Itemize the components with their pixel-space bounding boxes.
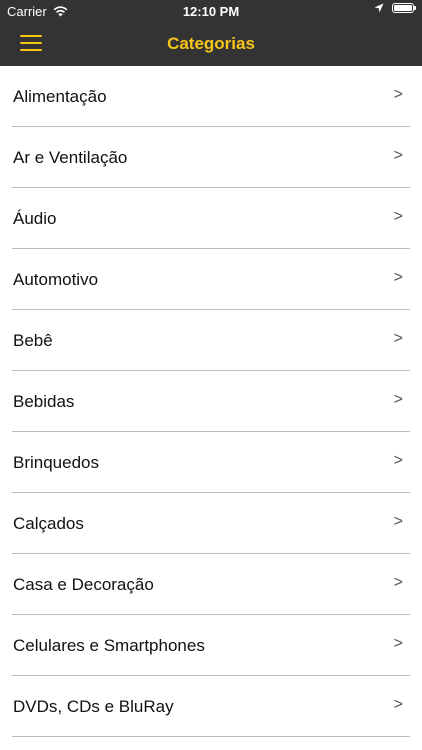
status-right [374, 3, 416, 13]
chevron-right-icon: > [393, 86, 403, 103]
category-label: Automotivo [13, 270, 99, 289]
category-label: Bebidas [13, 392, 75, 411]
chevron-right-icon: > [393, 147, 403, 164]
chevron-right-icon: > [393, 208, 403, 225]
category-label: Bebê [13, 331, 53, 350]
chevron-right-icon: > [393, 574, 403, 591]
chevron-right-icon: > [393, 696, 403, 713]
location-arrow-icon [374, 3, 384, 13]
category-row[interactable]: DVDs, CDs e BluRay > [0, 676, 422, 737]
category-label: DVDs, CDs e BluRay [13, 697, 174, 716]
category-label: Alimentação [13, 87, 107, 106]
category-row[interactable]: Ar e Ventilação > [0, 127, 422, 188]
nav-bar: Categorias [0, 22, 422, 66]
status-time: 12:10 PM [182, 4, 240, 19]
category-row[interactable]: Bebidas > [0, 371, 422, 432]
status-bar: Carrier 12:10 PM [0, 0, 422, 22]
category-row[interactable]: Calçados > [0, 493, 422, 554]
category-row[interactable]: Brinquedos > [0, 432, 422, 493]
battery-fill [394, 5, 412, 11]
category-row[interactable]: Casa e Decoração > [0, 554, 422, 615]
category-label: Áudio [13, 209, 57, 228]
category-label: Celulares e Smartphones [13, 636, 205, 655]
category-row[interactable]: Automotivo > [0, 249, 422, 310]
chevron-right-icon: > [393, 452, 403, 469]
chevron-right-icon: > [393, 635, 403, 652]
category-list: Alimentação > Ar e Ventilação > Áudio > Automo… [0, 66, 422, 737]
category-row[interactable]: Celulares e Smartphones > [0, 615, 422, 676]
category-row[interactable]: Alimentação > [0, 66, 422, 127]
category-row[interactable]: Áudio > [0, 188, 422, 249]
category-label: Brinquedos [13, 453, 100, 472]
chevron-right-icon: > [393, 330, 403, 347]
category-label: Casa e Decoração [13, 575, 154, 594]
chevron-right-icon: > [393, 269, 403, 286]
chevron-right-icon: > [393, 391, 403, 408]
category-label: Ar e Ventilação [13, 148, 128, 167]
app-header: Carrier 12:10 PM Categorias [0, 0, 422, 66]
battery-icon [392, 3, 416, 13]
chevron-right-icon: > [393, 513, 403, 530]
page-title: Categorias [167, 34, 255, 53]
category-label: Calçados [13, 514, 84, 533]
category-row[interactable]: Bebê > [0, 310, 422, 371]
